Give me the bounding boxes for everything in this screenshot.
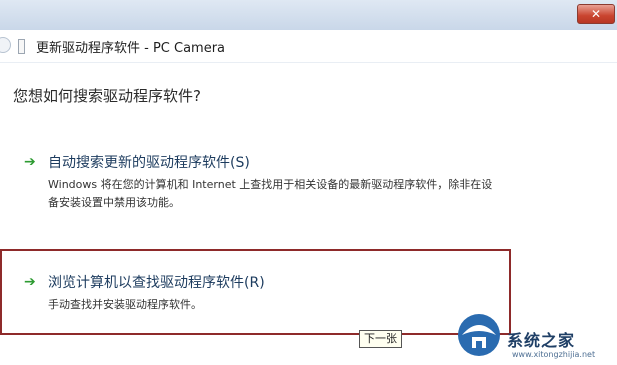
option-auto-search-title[interactable]: 自动搜索更新的驱动程序软件(S) bbox=[48, 152, 250, 172]
watermark-logo-icon bbox=[458, 314, 500, 356]
green-arrow-icon: ➔ bbox=[24, 154, 36, 170]
option-browse-computer-description: 手动查找并安装驱动程序软件。 bbox=[48, 298, 202, 311]
option-browse-computer-title[interactable]: 浏览计算机以查找驱动程序软件(R) bbox=[48, 272, 265, 292]
close-icon: ✕ bbox=[590, 7, 602, 21]
highlight-frame bbox=[0, 249, 511, 335]
driver-icon bbox=[18, 39, 25, 54]
window-titlebar: ✕ bbox=[0, 0, 617, 30]
watermark-name: 系统之家 bbox=[507, 331, 576, 350]
watermark-url: www.xitongzhijia.net bbox=[512, 350, 596, 359]
search-question: 您想如何搜索驱动程序软件? bbox=[13, 87, 201, 105]
next-image-tooltip: 下一张 bbox=[359, 330, 402, 348]
green-arrow-icon: ➔ bbox=[24, 274, 36, 290]
site-watermark: 系统之家 www.xitongzhijia.net bbox=[452, 305, 617, 365]
dialog-title: 更新驱动程序软件 - PC Camera bbox=[36, 41, 226, 56]
option-auto-search-description: Windows 将在您的计算机和 Internet 上查找用于相关设备的最新驱动… bbox=[48, 178, 493, 209]
dialog-header: 更新驱动程序软件 - PC Camera bbox=[0, 30, 617, 63]
close-button[interactable]: ✕ bbox=[577, 4, 615, 24]
back-button-icon[interactable] bbox=[0, 37, 11, 53]
